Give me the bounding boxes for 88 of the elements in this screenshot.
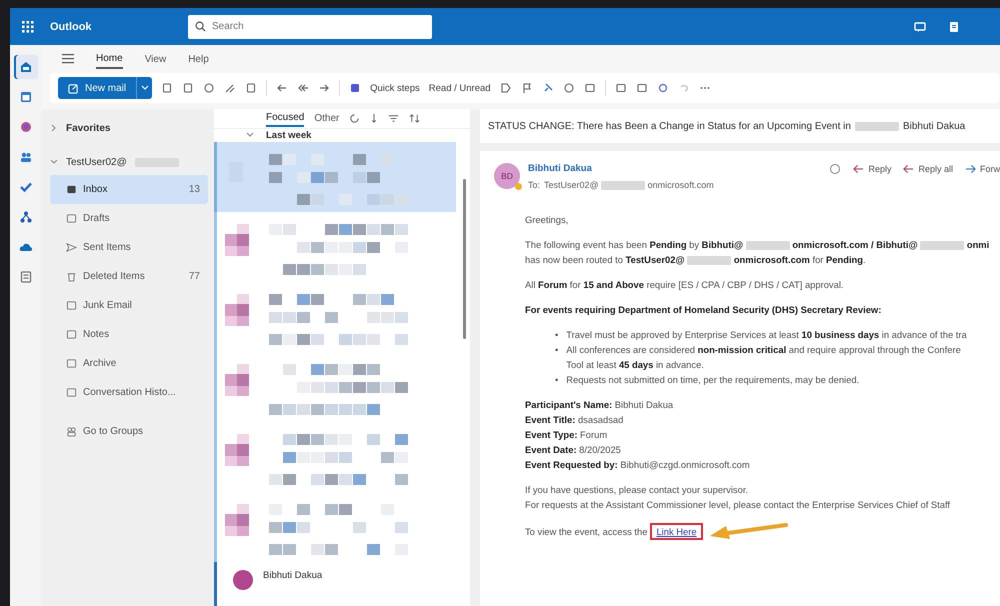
quick-steps-button[interactable]: Quick steps	[370, 82, 420, 94]
read-unread-button[interactable]: Read / Unread	[428, 82, 491, 94]
folder-item[interactable]: Inbox 13	[50, 175, 208, 204]
body-text: has now been routed to TestUser02@ onmicrosoft.com for Pending.	[525, 253, 867, 268]
forward-icon[interactable]	[318, 82, 330, 94]
checkmark-icon	[19, 180, 33, 194]
email-action-button[interactable]: Reply all	[903, 164, 953, 174]
email-action-button[interactable]: Reply	[853, 164, 892, 174]
folder-item[interactable]: Sent Items	[50, 233, 208, 262]
inbox-icon	[66, 184, 77, 195]
app-title: Outlook	[50, 20, 93, 32]
replyall-icon[interactable]	[297, 82, 310, 94]
search-field[interactable]: Search	[188, 14, 432, 38]
compose-icon	[68, 82, 79, 94]
avatar-icon	[233, 570, 253, 590]
scrollbar[interactable]	[463, 179, 466, 339]
tag-icon[interactable]	[500, 82, 512, 94]
teams-icon[interactable]	[349, 82, 362, 94]
email-action-button[interactable]: Forw	[965, 164, 1000, 174]
bullet-marker: •	[555, 328, 558, 342]
folder-item[interactable]: Conversation Histo...	[50, 378, 208, 407]
flag-icon[interactable]	[520, 82, 533, 94]
new-mail-button[interactable]: New mail	[58, 77, 136, 99]
sender-name[interactable]: Bibhuti Dakua	[528, 163, 714, 174]
folder-item[interactable]: Drafts	[50, 204, 208, 233]
bullet-marker: •	[555, 373, 558, 388]
ribbon-tab[interactable]: Home	[96, 50, 123, 68]
section-heading: For events requiring Department of Homeland Security (DHS) Secretary Review:	[525, 303, 882, 318]
body-text: If you have questions, please contact your supervisor.	[525, 483, 750, 498]
body-text: Event Requested by: Bibhuti@czgd.onmicrosoft.com	[525, 458, 751, 472]
app-rail-button[interactable]	[14, 55, 38, 79]
colorful-swirl-icon	[19, 120, 33, 134]
app-launcher-icon[interactable]	[22, 20, 34, 32]
event-link[interactable]: Link Here	[656, 526, 697, 537]
favorites-header[interactable]: Favorites	[50, 115, 208, 141]
folder-item[interactable]: Junk Email	[50, 291, 208, 320]
org-chart-icon	[19, 210, 33, 224]
document-icon[interactable]	[948, 20, 960, 32]
inbox-tab[interactable]: Other	[314, 110, 340, 126]
recipient[interactable]: TestUser02@ onmicrosoft.com	[544, 180, 714, 190]
chevron-down-icon	[140, 85, 149, 91]
body-text: Participant's Name: Bibhuti Dakua	[525, 398, 674, 412]
chevron-down-icon	[50, 159, 58, 165]
new-mail-dropdown[interactable]	[136, 77, 152, 99]
refresh-icon[interactable]	[349, 112, 360, 124]
chat-icon[interactable]	[914, 20, 926, 32]
body-text: To view the event, access the	[525, 524, 648, 539]
reply-arrow-icon	[853, 164, 864, 174]
reply-icon[interactable]	[276, 82, 288, 94]
ribbon-tab[interactable]: View	[144, 50, 166, 68]
email-subject: STATUS CHANGE: There has Been a Change in Status for an Upcoming Event in Bibhuti Dakua	[480, 109, 1000, 143]
body-text: Event Title: dsasadsad	[525, 413, 624, 428]
groups-icon	[66, 426, 77, 437]
filter-icon[interactable]	[388, 112, 400, 124]
folder-item[interactable]: Deleted Items 77	[50, 262, 208, 291]
chevron-right-icon	[50, 124, 58, 132]
body-text: Event Type: Forum	[525, 428, 608, 442]
immersive-icon[interactable]	[656, 82, 669, 94]
body-text: All Forum for 15 and Above require [ES / CPA / CBP / DHS / CAT] approval.	[525, 278, 845, 292]
to-label: To:	[528, 180, 540, 190]
emoji-icon[interactable]	[829, 163, 842, 175]
go-to-groups-link[interactable]: Go to Groups	[50, 417, 208, 446]
body-text: Event Date: 8/20/2025	[525, 443, 622, 458]
sort-icon[interactable]	[409, 112, 420, 124]
bullet-item: All conferences are considered non-mission critical and require approval through the Confere Tool at least 45 days in advance.	[566, 343, 961, 372]
ribbon-tab[interactable]: Help	[188, 50, 209, 68]
bullet-marker: •	[555, 343, 558, 358]
body-text: The following event has been Pending by Bibhuti@ onmicrosoft.com / Bibhuti@ onmi	[525, 238, 990, 252]
arrow-down-icon[interactable]	[370, 112, 378, 124]
message-item[interactable]: Bibhuti Dakua	[214, 562, 456, 606]
group-header[interactable]: Last week	[214, 128, 470, 142]
forward-arrow-icon	[965, 164, 976, 174]
reply-arrow-icon	[903, 164, 914, 174]
body-text: Greetings,	[525, 213, 570, 228]
search-icon	[195, 21, 206, 32]
bullet-item: Requests not submitted on time, per the requirements, may be denied.	[566, 373, 860, 388]
body-text: For requests at the Assistant Commissioner level, please contact the Enterprise Services Chief of Staff	[525, 498, 952, 512]
folder-item[interactable]: Notes	[50, 320, 208, 349]
sender-avatar: BD	[494, 163, 520, 189]
menu-icon[interactable]	[62, 54, 74, 64]
send-icon	[66, 242, 77, 253]
inbox-tab[interactable]: Focused	[266, 110, 304, 127]
folder-item[interactable]: Archive	[50, 349, 208, 378]
chevron-down-icon	[246, 132, 254, 138]
bullet-item: Travel must be approved by Enterprise Services at least 10 business days in advance of the tra	[566, 328, 967, 342]
account-header[interactable]: TestUser02@	[50, 149, 208, 175]
calendar-icon	[19, 90, 33, 104]
people-icon	[19, 150, 33, 164]
